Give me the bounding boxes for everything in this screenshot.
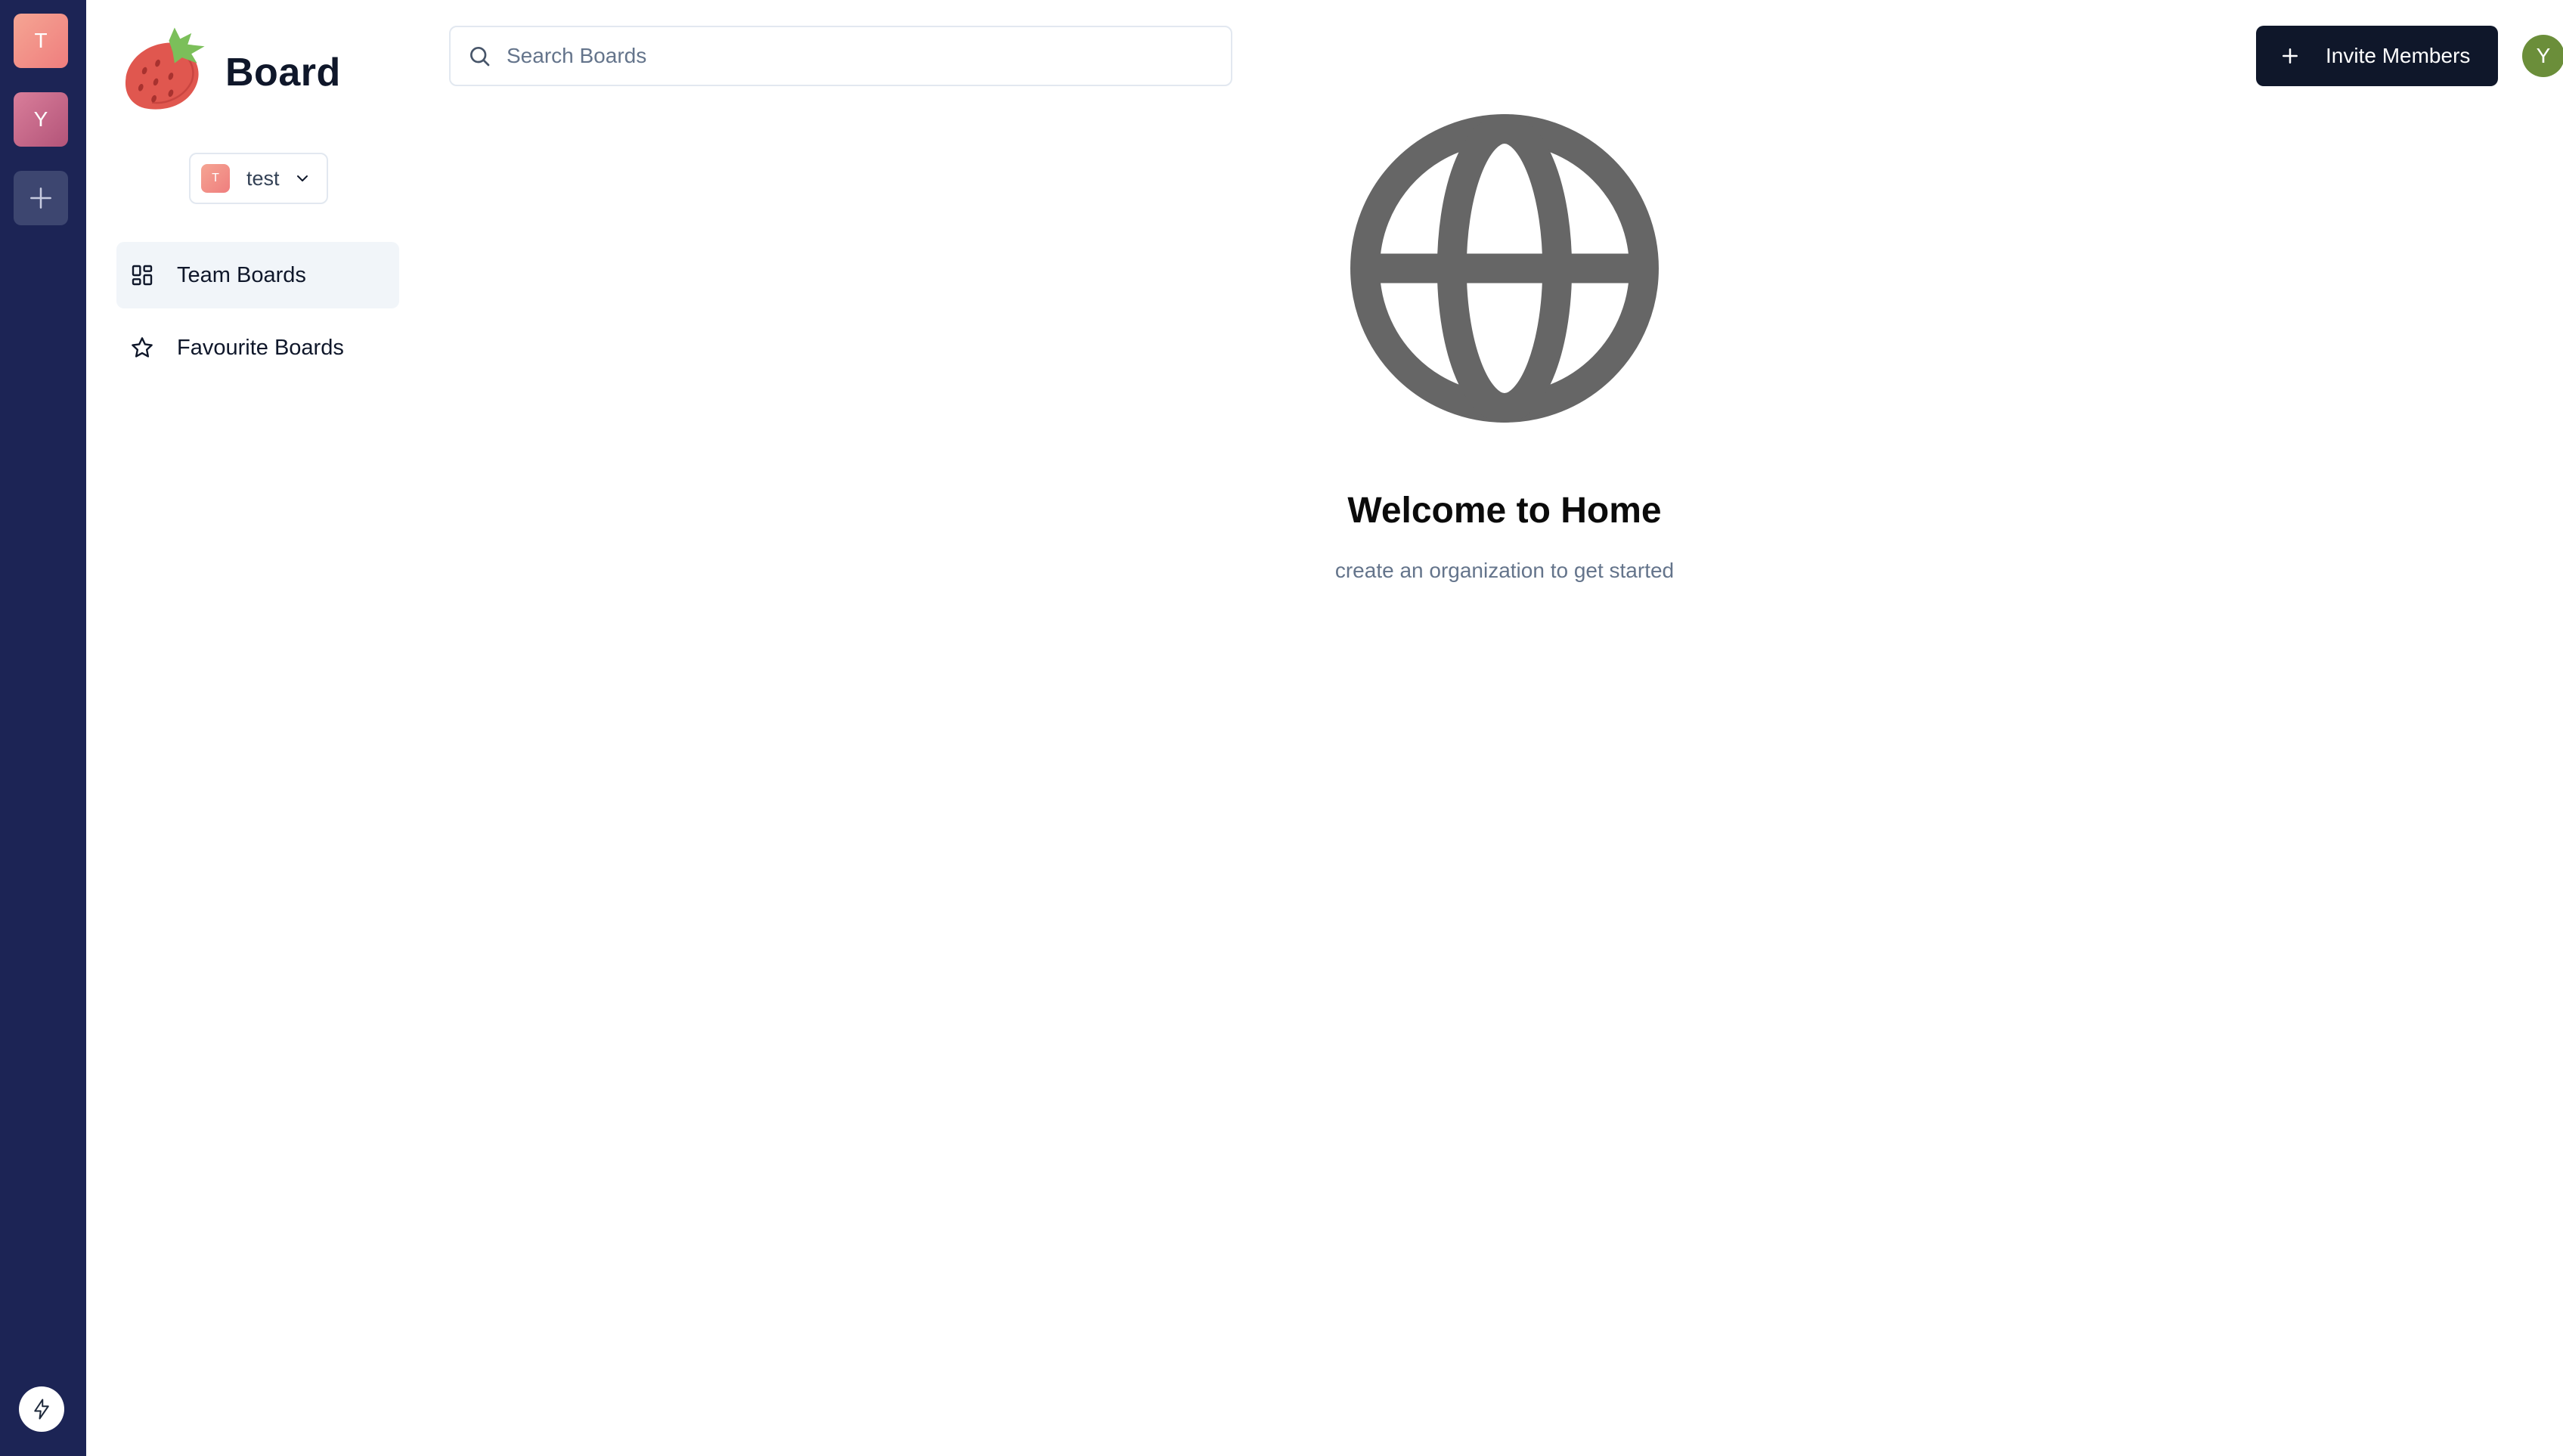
nav-item-favourite-boards[interactable]: Favourite Boards <box>116 314 399 381</box>
search-box[interactable] <box>449 26 1232 86</box>
strawberry-logo <box>125 27 205 110</box>
org-tile-t[interactable]: T <box>14 14 68 68</box>
org-tile-y[interactable]: Y <box>14 92 68 147</box>
nav-label: Favourite Boards <box>177 335 344 360</box>
search-input[interactable] <box>507 44 1187 68</box>
lightning-icon <box>34 1399 49 1420</box>
welcome-title: Welcome to Home <box>1347 491 1662 531</box>
empty-state: Welcome to Home create an organization t… <box>1202 113 1807 583</box>
org-rail: T Y <box>0 0 86 1456</box>
brand-name: Board <box>225 51 341 94</box>
org-switcher[interactable]: T test <box>189 153 328 204</box>
grid-icon <box>132 265 153 286</box>
plus-icon <box>30 187 51 209</box>
org-name: test <box>246 166 280 190</box>
add-org-button[interactable] <box>14 171 68 225</box>
brand[interactable]: Board <box>116 26 341 119</box>
plus-icon <box>2283 48 2298 64</box>
nav-label: Team Boards <box>177 262 306 287</box>
invite-members-button[interactable]: Invite Members <box>2256 26 2498 86</box>
search-icon <box>470 47 490 67</box>
quick-action-button[interactable] <box>19 1386 64 1432</box>
user-avatar[interactable]: Y <box>2522 35 2563 77</box>
invite-members-label: Invite Members <box>2326 44 2471 67</box>
org-tile-initial: Y <box>33 107 48 131</box>
org-avatar: T <box>201 164 230 193</box>
sidebar: Board T test Team Boards Favourite Board… <box>86 0 419 1456</box>
star-icon <box>132 337 153 358</box>
welcome-subtitle: create an organization to get started <box>1334 559 1675 582</box>
nav-item-team-boards[interactable]: Team Boards <box>116 242 399 308</box>
globe-icon <box>1350 114 1659 423</box>
org-tile-initial: T <box>34 29 48 52</box>
chevron-down-icon <box>296 175 308 181</box>
